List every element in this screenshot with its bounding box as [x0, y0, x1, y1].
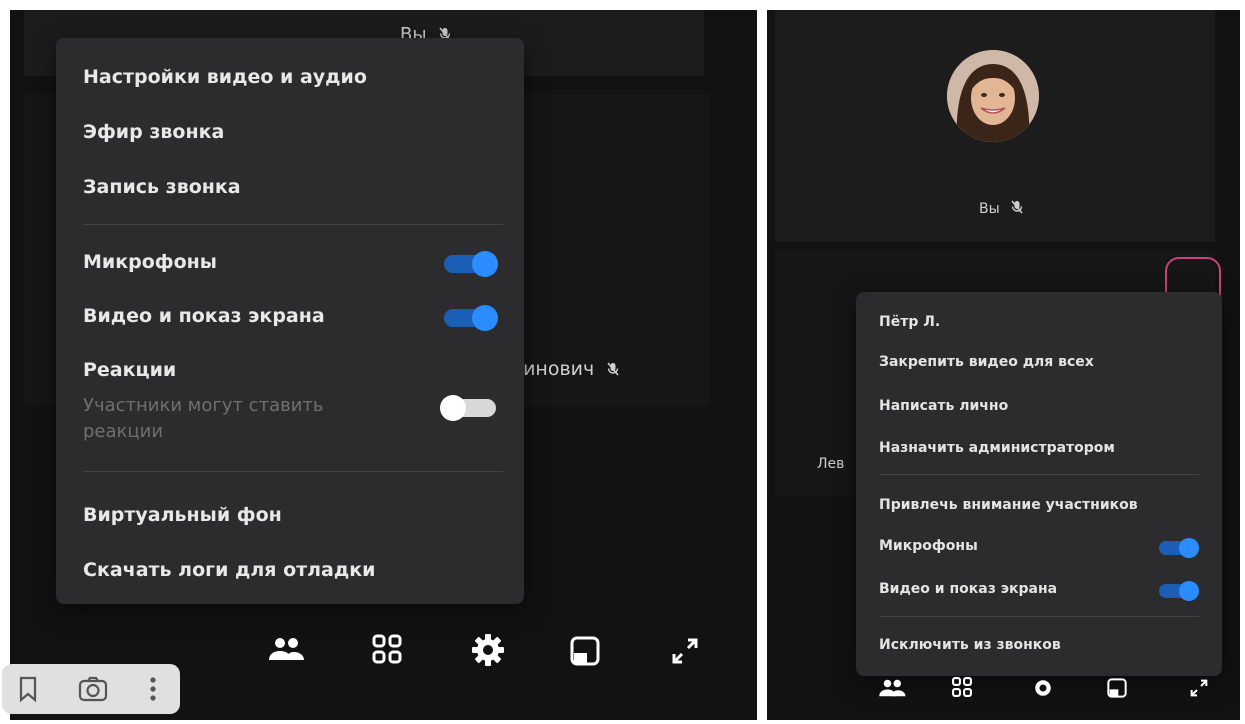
- menu-divider: [879, 474, 1199, 475]
- tile-self-label: Вы: [979, 201, 1000, 217]
- tile-participant-name: тинович: [512, 358, 595, 380]
- grid-icon[interactable]: [951, 676, 973, 698]
- video-screen-share-toggle[interactable]: [444, 305, 498, 331]
- grid-icon[interactable]: [371, 633, 403, 665]
- tile-participant-name: Лев: [817, 456, 845, 472]
- avatar: [947, 50, 1039, 142]
- call-window-left: Вы тинович Настройки видео и аудио Эфир …: [10, 10, 757, 720]
- menu-item-video-screen-share: Видео и показ экрана: [879, 581, 1058, 597]
- menu-item-microphones: Микрофоны: [83, 251, 217, 273]
- layout-icon[interactable]: [570, 636, 600, 666]
- menu-item-make-admin[interactable]: Назначить администратором: [879, 440, 1115, 456]
- menu-item-download-logs[interactable]: Скачать логи для отладки: [83, 559, 375, 581]
- participant-video-toggle[interactable]: [1159, 581, 1199, 601]
- menu-item-virtual-background[interactable]: Виртуальный фон: [83, 504, 282, 526]
- menu-divider: [879, 616, 1199, 617]
- bookmark-bar: [2, 664, 180, 714]
- reactions-toggle[interactable]: [440, 395, 496, 421]
- settings-menu: Настройки видео и аудио Эфир звонка Запи…: [56, 38, 524, 604]
- menu-item-microphones: Микрофоны: [879, 538, 978, 554]
- menu-item-attract-attention[interactable]: Привлечь внимание участников: [879, 497, 1138, 513]
- layout-icon[interactable]: [1107, 678, 1127, 698]
- menu-item-pin-video[interactable]: Закрепить видео для всех: [879, 354, 1094, 370]
- menu-item-video-audio-settings[interactable]: Настройки видео и аудио: [83, 66, 367, 88]
- bookmark-icon[interactable]: [18, 675, 38, 703]
- participant-microphones-toggle[interactable]: [1159, 538, 1199, 558]
- call-window-right: Вы Лев Пётр Л. Закрепить видео для всех …: [767, 10, 1240, 720]
- more-vertical-icon[interactable]: [148, 675, 158, 703]
- gear-icon[interactable]: [1031, 676, 1055, 700]
- participant-menu: Пётр Л. Закрепить видео для всех Написат…: [856, 292, 1222, 676]
- menu-item-write-private[interactable]: Написать лично: [879, 398, 1008, 414]
- menu-item-reactions: Реакции: [83, 359, 177, 381]
- video-tile-self[interactable]: Вы: [775, 10, 1215, 242]
- menu-item-call-broadcast[interactable]: Эфир звонка: [83, 121, 224, 143]
- participant-name: Пётр Л.: [879, 314, 941, 330]
- camera-icon[interactable]: [78, 675, 108, 703]
- reactions-description: Участники могут ставить реакции: [83, 395, 324, 442]
- mic-off-icon: [1010, 200, 1024, 214]
- menu-item-video-screen-share: Видео и показ экрана: [83, 305, 325, 327]
- expand-icon[interactable]: [1189, 678, 1209, 698]
- people-icon[interactable]: [266, 636, 306, 662]
- menu-divider: [83, 471, 503, 472]
- menu-item-remove-from-calls[interactable]: Исключить из звонков: [879, 637, 1061, 653]
- mic-off-icon: [606, 362, 620, 376]
- menu-item-call-recording[interactable]: Запись звонка: [83, 176, 241, 198]
- gear-icon[interactable]: [471, 633, 505, 667]
- expand-icon[interactable]: [670, 636, 700, 666]
- menu-divider: [83, 224, 503, 225]
- microphones-toggle[interactable]: [444, 251, 498, 277]
- people-icon[interactable]: [877, 678, 907, 698]
